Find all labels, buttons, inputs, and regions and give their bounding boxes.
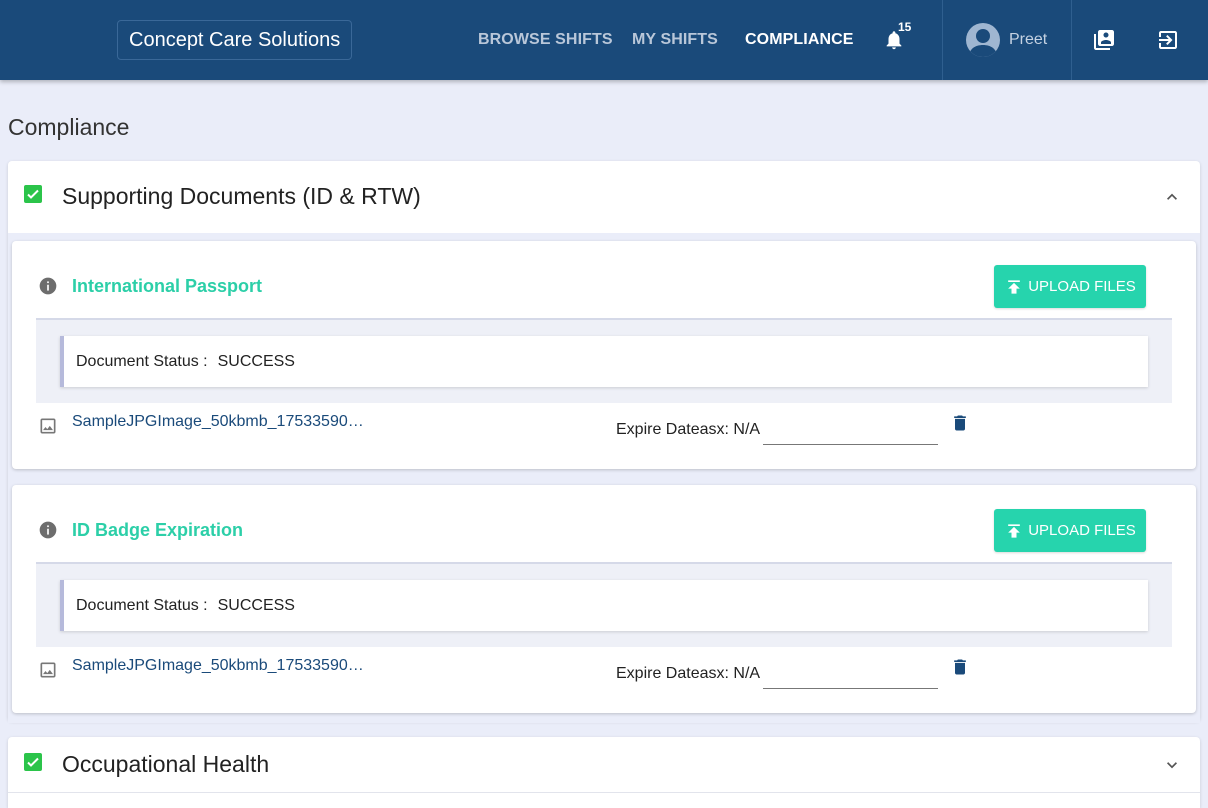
file-link[interactable]: SampleJPGImage_50kbmb_175335902…: [72, 413, 372, 431]
header-divider: [1071, 0, 1072, 80]
info-icon[interactable]: [38, 276, 58, 296]
section-divider: [8, 792, 1200, 793]
user-name[interactable]: Preet: [1009, 31, 1047, 49]
section-occupational-health: Occupational Health: [8, 737, 1200, 808]
top-app-bar: Concept Care Solutions BROWSE SHIFTS MY …: [0, 0, 1208, 80]
section-header[interactable]: Supporting Documents (ID & RTW): [8, 161, 1200, 233]
expire-date-label: Expire Dateasx: N/A: [616, 421, 761, 438]
upload-icon: [1008, 279, 1021, 294]
nav-my-shifts[interactable]: MY SHIFTS: [632, 31, 718, 49]
file-link[interactable]: SampleJPGImage_50kbmb_175335903…: [72, 657, 372, 675]
upload-files-label: UPLOAD FILES: [1028, 522, 1136, 539]
section-title: Supporting Documents (ID & RTW): [62, 183, 421, 209]
status-strip: Document Status : SUCCESS: [36, 318, 1172, 403]
portfolio-icon[interactable]: [1092, 28, 1116, 52]
upload-files-button[interactable]: UPLOAD FILES: [994, 265, 1146, 308]
section-supporting-documents: Supporting Documents (ID & RTW) Internat…: [8, 161, 1200, 723]
image-file-icon: [40, 418, 56, 434]
document-title: ID Badge Expiration: [72, 520, 244, 540]
image-file-icon: [40, 662, 56, 678]
avatar[interactable]: [966, 23, 1000, 57]
delete-icon[interactable]: [950, 412, 970, 434]
notification-badge: 15: [898, 20, 912, 34]
page-title: Compliance: [8, 114, 130, 140]
section-title: Occupational Health: [62, 751, 270, 777]
logout-icon[interactable]: [1156, 28, 1180, 52]
document-status: Document Status : SUCCESS: [60, 580, 1148, 631]
info-icon[interactable]: [38, 520, 58, 540]
user-silhouette-icon: [969, 29, 997, 57]
document-card-id-badge: ID Badge Expiration UPLOAD FILES Documen…: [12, 485, 1196, 713]
expire-date-input[interactable]: [763, 409, 938, 445]
chevron-down-icon[interactable]: [1162, 755, 1182, 775]
document-card-passport: International Passport UPLOAD FILES Docu…: [12, 241, 1196, 469]
expire-date-input[interactable]: [763, 653, 938, 689]
status-label: Document Status :: [76, 597, 208, 614]
expire-date-label: Expire Dateasx: N/A: [616, 665, 761, 682]
status-value: SUCCESS: [217, 353, 295, 370]
status-strip: Document Status : SUCCESS: [36, 562, 1172, 647]
nav-compliance[interactable]: COMPLIANCE: [745, 31, 854, 49]
status-label: Document Status :: [76, 353, 208, 370]
header-divider: [942, 0, 943, 80]
brand-logo[interactable]: Concept Care Solutions: [117, 20, 353, 60]
nav-browse-shifts[interactable]: BROWSE SHIFTS: [478, 31, 613, 49]
document-title: International Passport: [72, 276, 263, 296]
check-icon: [24, 753, 42, 771]
section-header[interactable]: Occupational Health: [8, 737, 1200, 792]
upload-files-label: UPLOAD FILES: [1028, 278, 1136, 295]
section-body: International Passport UPLOAD FILES Docu…: [8, 233, 1200, 723]
document-status: Document Status : SUCCESS: [60, 336, 1148, 387]
status-value: SUCCESS: [217, 597, 295, 614]
chevron-up-icon[interactable]: [1162, 187, 1182, 207]
upload-icon: [1008, 523, 1021, 538]
delete-icon[interactable]: [950, 656, 970, 678]
upload-files-button[interactable]: UPLOAD FILES: [994, 509, 1146, 552]
check-icon: [24, 185, 42, 203]
